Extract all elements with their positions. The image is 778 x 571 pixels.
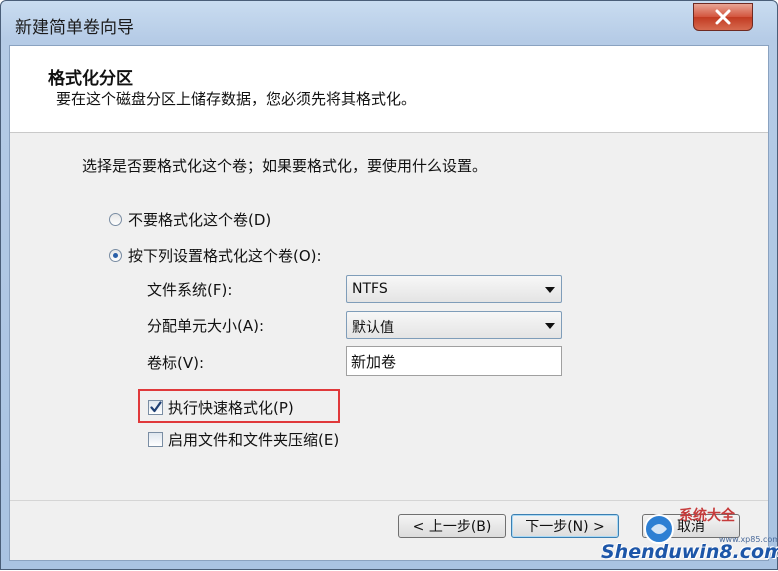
window-title: 新建简单卷向导 <box>15 18 134 38</box>
quick-format-label: 执行快速格式化(P) <box>168 399 294 417</box>
format-prompt: 选择是否要格式化这个卷；如果要格式化，要使用什么设置。 <box>82 157 488 175</box>
chevron-down-icon <box>545 323 555 329</box>
file-system-value: NTFS <box>352 281 388 297</box>
watermark-tag: 系统大全 <box>679 508 735 524</box>
watermark-brand: Shenduwin8.com <box>601 541 778 563</box>
file-system-select[interactable]: NTFS <box>346 275 562 303</box>
radio-format-control[interactable] <box>109 249 122 262</box>
compression-checkbox-control[interactable] <box>148 432 163 447</box>
watermark: 系统大全 www.xp85.com Shenduwin8.com <box>601 501 778 571</box>
radio-format-label: 按下列设置格式化这个卷(O): <box>128 247 322 265</box>
wizard-client-area: 格式化分区 要在这个磁盘分区上储存数据，您必须先将其格式化。 选择是否要格式化这… <box>9 45 769 561</box>
compression-checkbox[interactable]: 启用文件和文件夹压缩(E) <box>148 429 339 450</box>
radio-no-format[interactable]: 不要格式化这个卷(D) <box>109 209 271 230</box>
volume-label-label: 卷标(V): <box>147 354 205 372</box>
title-bar[interactable]: 新建简单卷向导 <box>1 1 777 45</box>
allocation-unit-value: 默认值 <box>352 320 394 336</box>
quick-format-checkbox-control[interactable] <box>148 400 163 415</box>
wizard-window: 新建简单卷向导 格式化分区 要在这个磁盘分区上储存数据，您必须先将其格式化。 选… <box>0 0 778 570</box>
volume-label-value: 新加卷 <box>351 353 397 371</box>
page-title: 格式化分区 <box>48 69 133 89</box>
wizard-header: 格式化分区 要在这个磁盘分区上储存数据，您必须先将其格式化。 <box>10 46 768 133</box>
close-icon <box>715 9 731 25</box>
allocation-unit-label: 分配单元大小(A): <box>147 317 265 335</box>
allocation-unit-select[interactable]: 默认值 <box>346 311 562 339</box>
close-button[interactable] <box>693 3 753 31</box>
quick-format-checkbox[interactable]: 执行快速格式化(P) <box>148 397 294 418</box>
volume-label-input[interactable]: 新加卷 <box>346 346 562 376</box>
radio-format[interactable]: 按下列设置格式化这个卷(O): <box>109 245 322 266</box>
file-system-label: 文件系统(F): <box>147 281 233 299</box>
radio-no-format-control[interactable] <box>109 213 122 226</box>
compression-label: 启用文件和文件夹压缩(E) <box>168 431 340 449</box>
checkmark-icon <box>150 401 162 413</box>
page-subtitle: 要在这个磁盘分区上储存数据，您必须先将其格式化。 <box>56 90 417 108</box>
chevron-down-icon <box>545 287 555 293</box>
radio-no-format-label: 不要格式化这个卷(D) <box>128 211 272 229</box>
back-button[interactable]: < 上一步(B) <box>398 514 506 538</box>
